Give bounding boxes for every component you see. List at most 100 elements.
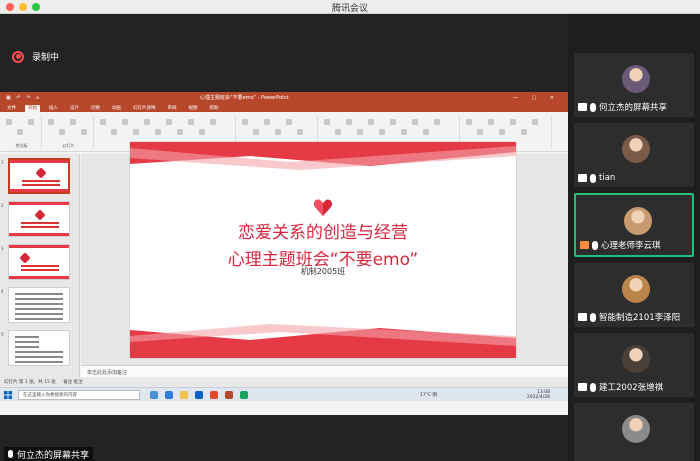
slide-thumbnail[interactable]	[8, 158, 70, 194]
quick-access-icons[interactable]: ▣ ↶ ↷ ⌂	[6, 95, 41, 101]
ribbon-tool-icon[interactable]	[264, 119, 270, 125]
ribbon-tool-icon[interactable]	[286, 119, 292, 125]
ribbon-tool-icon[interactable]	[412, 119, 418, 125]
ribbon-tool-icon[interactable]	[111, 129, 117, 135]
slide-thumbnail[interactable]	[8, 201, 70, 237]
ribbon-tool-icon[interactable]	[466, 119, 472, 125]
ppt-tab-2[interactable]: 插入	[46, 105, 61, 112]
store-icon[interactable]	[195, 391, 203, 399]
mic-icon	[592, 240, 598, 250]
ribbon-tool-icon[interactable]	[81, 129, 87, 135]
ribbon-tool-icon[interactable]	[17, 129, 23, 135]
window-titlebar: 腾讯会议	[0, 0, 700, 14]
ribbon-tool-icon[interactable]	[297, 129, 303, 135]
participant-name-bar: 何立杰的屏幕共享	[578, 101, 667, 113]
app-title: 腾讯会议	[331, 4, 368, 14]
ppt-tab-5[interactable]: 动画	[109, 105, 124, 112]
recording-indicator[interactable]: 录制中	[12, 50, 59, 63]
ribbon-group-label: 幻灯片	[62, 143, 75, 148]
participant-name-bar: 建工2002张增祺	[578, 381, 663, 393]
current-slide[interactable]: 恋爱关系的创造与经营 心理主题班会“不要emo” 机制2005班	[130, 142, 516, 358]
participant-name-bar: 心理老师李云琪	[580, 239, 661, 251]
participant-tile[interactable]: 何立杰的屏幕共享	[574, 53, 694, 117]
windows-taskbar: 在这里输入你要搜索的内容 17°C 阴 13:08 2022/4/28	[0, 387, 568, 401]
ribbon-tool-icon[interactable]	[532, 119, 538, 125]
windows-start-icon[interactable]	[4, 391, 12, 399]
ribbon-tool-icon[interactable]	[324, 119, 330, 125]
ribbon-tool-icon[interactable]	[477, 129, 483, 135]
ppt-window-controls[interactable]: — ▢ ✕	[513, 95, 560, 101]
participant-tile[interactable]: 心理老师李云琪	[574, 193, 694, 257]
taskbar-clock[interactable]: 13:08 2022/4/28	[527, 390, 550, 400]
task-view-icon[interactable]	[150, 391, 158, 399]
ribbon-tool-icon[interactable]	[155, 129, 161, 135]
ribbon-tool-icon[interactable]	[48, 119, 54, 125]
avatar	[624, 207, 652, 235]
ppt-tab-1[interactable]: 开始	[25, 105, 40, 112]
ribbon-tool-icon[interactable]	[199, 129, 205, 135]
ribbon-tool-icon[interactable]	[510, 119, 516, 125]
ribbon-tool-icon[interactable]	[6, 119, 12, 125]
thumbnail-number: 2	[1, 203, 4, 208]
ribbon-tool-icon[interactable]	[346, 119, 352, 125]
avatar	[622, 345, 650, 373]
ribbon-group-0: 剪贴板	[2, 115, 42, 149]
ribbon-tool-icon[interactable]	[488, 119, 494, 125]
ribbon-tool-icon[interactable]	[100, 119, 106, 125]
ribbon-tool-icon[interactable]	[242, 119, 248, 125]
ribbon-tool-icon[interactable]	[390, 119, 396, 125]
taskbar-weather[interactable]: 17°C 阴	[420, 392, 437, 398]
ribbon-tool-icon[interactable]	[177, 129, 183, 135]
wechat-icon[interactable]	[240, 391, 248, 399]
participant-name: 心理老师李云琪	[601, 241, 661, 251]
participant-tile[interactable]: 智能制造2101李泽阳	[574, 263, 694, 327]
ribbon-tool-icon[interactable]	[59, 129, 65, 135]
slide-thumbnail[interactable]	[8, 287, 70, 323]
ribbon-tool-icon[interactable]	[521, 129, 527, 135]
ribbon-tool-icon[interactable]	[166, 119, 172, 125]
ribbon-group-1: 幻灯片	[44, 115, 94, 149]
ribbon-tool-icon[interactable]	[379, 129, 385, 135]
ribbon-tool-icon[interactable]	[335, 129, 341, 135]
ribbon-tool-icon[interactable]	[70, 119, 76, 125]
ribbon-tool-icon[interactable]	[133, 129, 139, 135]
powerpoint-taskbar-icon[interactable]	[225, 391, 233, 399]
slide-thumbnail[interactable]	[8, 330, 70, 366]
ribbon-tool-icon[interactable]	[368, 119, 374, 125]
ribbon-tool-icon[interactable]	[28, 119, 34, 125]
participant-tile[interactable]	[574, 403, 694, 461]
ribbon-tool-icon[interactable]	[499, 129, 505, 135]
file-explorer-icon[interactable]	[180, 391, 188, 399]
ppt-tab-3[interactable]: 设计	[67, 105, 82, 112]
slide-thumbnail[interactable]	[8, 244, 70, 280]
mic-icon	[590, 173, 596, 183]
ppt-titlebar: ▣ ↶ ↷ ⌂ 心理主题班会“不要emo” - PowerPoint — ▢ ✕	[0, 92, 568, 103]
ribbon-tool-icon[interactable]	[357, 129, 363, 135]
status-right-items[interactable]: 备注 批注	[63, 380, 82, 385]
participants-sidebar: 何立杰的屏幕共享 tian 心理老师李云琪智能制造2101李泽阳建工2002张增祺	[568, 14, 700, 461]
taskbar-date: 2022/4/28	[526, 395, 550, 400]
ribbon-tool-icon[interactable]	[253, 129, 259, 135]
ppt-tab-9[interactable]: 帮助	[207, 105, 222, 112]
ppt-tab-7[interactable]: 审阅	[165, 105, 180, 112]
ppt-tab-0[interactable]: 文件	[4, 105, 19, 112]
ribbon-tool-icon[interactable]	[423, 129, 429, 135]
heart-icon	[313, 199, 333, 216]
ribbon-tool-icon[interactable]	[188, 119, 194, 125]
ppt-tab-4[interactable]: 切换	[88, 105, 103, 112]
office-icon[interactable]	[210, 391, 218, 399]
ribbon-tool-icon[interactable]	[144, 119, 150, 125]
ribbon-tool-icon[interactable]	[122, 119, 128, 125]
participant-tile[interactable]: 建工2002张增祺	[574, 333, 694, 397]
ribbon-tool-icon[interactable]	[275, 129, 281, 135]
taskbar-search-input[interactable]: 在这里输入你要搜索的内容	[18, 390, 140, 400]
ribbon-tool-icon[interactable]	[401, 129, 407, 135]
ribbon-tool-icon[interactable]	[434, 119, 440, 125]
edge-icon[interactable]	[165, 391, 173, 399]
ribbon-tool-icon[interactable]	[210, 119, 216, 125]
participant-tile[interactable]: tian	[574, 123, 694, 187]
ppt-tab-8[interactable]: 视图	[186, 105, 201, 112]
ppt-tab-6[interactable]: 幻灯片放映	[130, 105, 159, 112]
slide-thumbnail-pane: 1 2 3 4 5	[0, 154, 80, 390]
participant-name: 智能制造2101李泽阳	[599, 313, 681, 323]
